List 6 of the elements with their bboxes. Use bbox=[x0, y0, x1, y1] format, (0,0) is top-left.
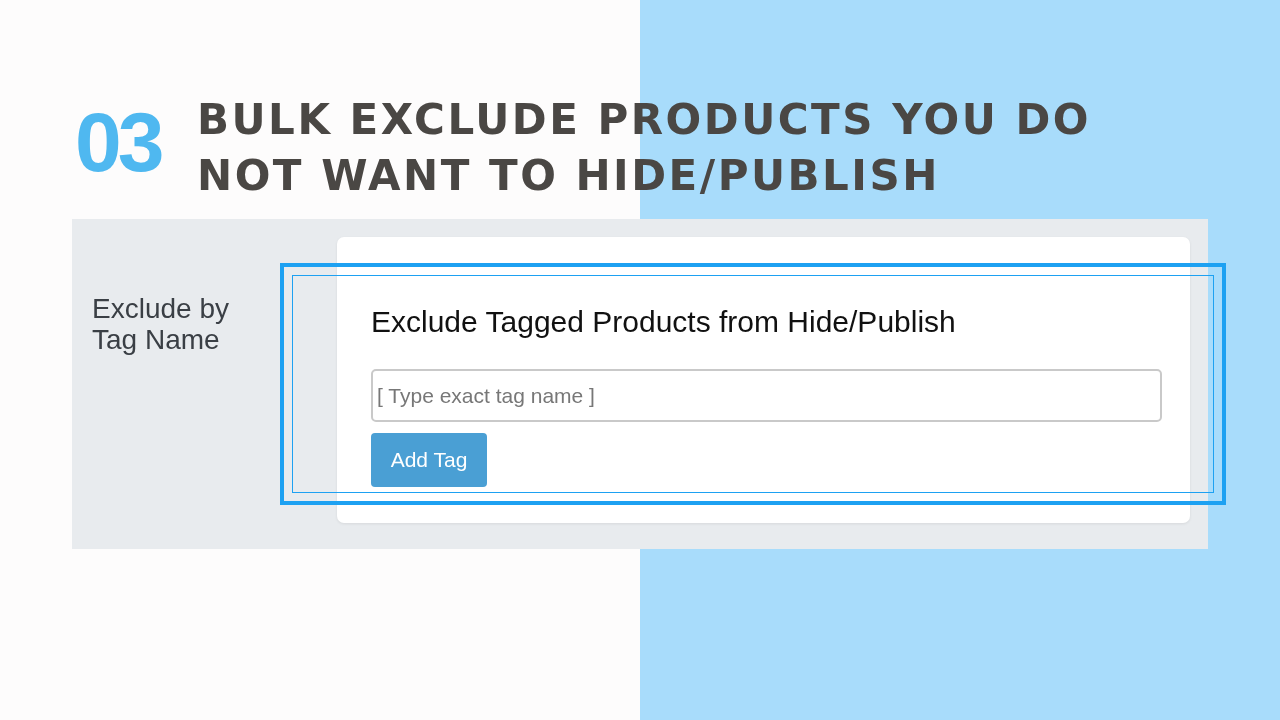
tag-input-field[interactable]: [ Type exact tag name ] bbox=[371, 369, 1162, 422]
headline: BULK EXCLUDE PRODUCTS YOU DO NOT WANT TO HIDE/PUBLISH bbox=[197, 94, 1093, 202]
add-tag-button[interactable]: Add Tag bbox=[371, 433, 487, 487]
card-title: Exclude Tagged Products from Hide/Publish bbox=[371, 305, 956, 339]
setting-label: Exclude by Tag Name bbox=[91, 292, 230, 357]
step-number: 03 bbox=[75, 100, 162, 184]
